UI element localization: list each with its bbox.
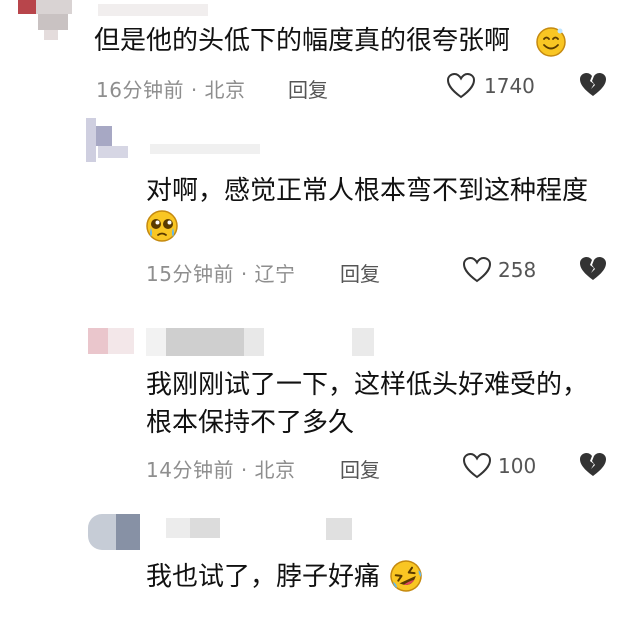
heart-icon[interactable] (446, 72, 476, 100)
like-count: 100 (498, 454, 537, 478)
pleading-face-emoji (146, 210, 178, 242)
comment-text: 对啊，感觉正常人根本弯不到这种程度 (146, 176, 589, 206)
avatar[interactable] (86, 118, 128, 162)
like-count: 258 (498, 258, 537, 282)
comment-timestamp: 14分钟前 · 北京 (146, 458, 296, 482)
dislike-icon[interactable] (578, 254, 608, 284)
smiling-face-emoji (536, 27, 566, 57)
dislike-icon[interactable] (578, 450, 608, 480)
reply-button[interactable]: 回复 (340, 454, 380, 483)
comment-text: 我刚刚试了一下，这样低头好难受的， (146, 370, 589, 400)
avatar[interactable] (88, 510, 140, 554)
avatar[interactable] (18, 0, 72, 40)
comment-text: 根本保持不了多久 (146, 408, 355, 438)
heart-icon[interactable] (462, 452, 492, 480)
like-count: 1740 (484, 74, 535, 98)
reply-button[interactable]: 回复 (340, 258, 380, 287)
username-blurred (166, 518, 352, 542)
dislike-icon[interactable] (578, 70, 608, 100)
avatar[interactable] (88, 322, 136, 356)
username-blurred (150, 144, 260, 154)
comment-timestamp: 16分钟前 · 北京 (96, 78, 246, 102)
comment-text: 我也试了，脖子好痛 (146, 562, 381, 592)
heart-icon[interactable] (462, 256, 492, 284)
username-blurred (146, 328, 374, 356)
comment-text: 但是他的头低下的幅度真的很夸张啊 (94, 26, 511, 56)
username-blurred (98, 4, 208, 16)
rolling-laughing-emoji (390, 560, 422, 592)
reply-button[interactable]: 回复 (288, 74, 328, 103)
comment-timestamp: 15分钟前 · 辽宁 (146, 262, 296, 286)
